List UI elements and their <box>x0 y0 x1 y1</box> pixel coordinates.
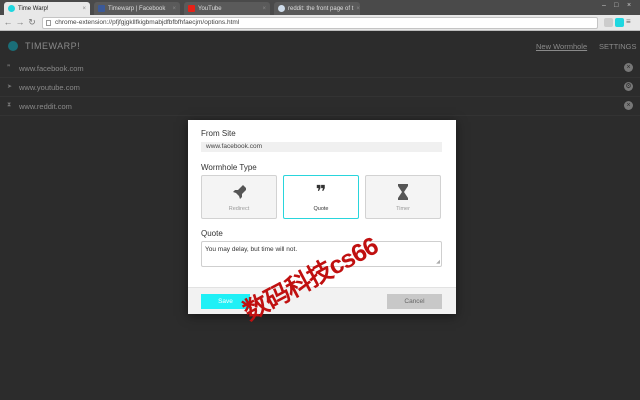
rocket-icon <box>202 184 276 200</box>
close-icon[interactable]: × <box>624 101 633 110</box>
type-option-label: Redirect <box>228 206 250 212</box>
tab-title: Time Warp! <box>18 5 49 12</box>
maximize-icon[interactable]: □ <box>614 2 618 9</box>
resize-grip-icon[interactable]: ◢ <box>436 259 440 265</box>
timewarp-logo-icon <box>8 41 18 51</box>
tab-close-icon[interactable]: × <box>356 6 360 12</box>
gear-icon[interactable]: ⚙ <box>624 82 633 91</box>
type-option-timer[interactable]: Timer <box>365 175 441 219</box>
type-option-redirect[interactable]: Redirect <box>201 175 277 219</box>
quote-label: Quote <box>201 229 223 238</box>
back-button[interactable]: ← <box>3 17 13 28</box>
from-site-label: From Site <box>201 129 236 138</box>
site-row[interactable]: ⧗ www.reddit.com × <box>0 98 640 116</box>
forward-button[interactable]: → <box>15 17 25 28</box>
wormhole-type-label: Wormhole Type <box>201 163 257 172</box>
chrome-menu-icon[interactable]: ≡ <box>626 17 631 26</box>
tab-title: Timewarp | Facebook <box>108 5 166 12</box>
timer-icon: ⧗ <box>7 102 12 108</box>
timewarp-extension-icon[interactable] <box>615 18 624 27</box>
browser-tab-facebook[interactable]: Timewarp | Facebook × <box>94 2 180 15</box>
browser-tab-strip: Time Warp! × Timewarp | Facebook × YouTu… <box>0 0 640 15</box>
reload-button[interactable]: ↻ <box>27 17 37 28</box>
window-close-icon[interactable]: × <box>627 2 631 9</box>
site-url: www.reddit.com <box>19 102 72 111</box>
extension-icon[interactable] <box>604 18 613 27</box>
type-option-label: Quote <box>313 206 329 212</box>
youtube-favicon-icon <box>188 5 195 12</box>
tab-close-icon[interactable]: × <box>172 6 176 12</box>
app-title: TIMEWARP! <box>25 41 81 51</box>
tab-title: YouTube <box>198 5 222 12</box>
cancel-button[interactable]: Cancel <box>387 294 442 309</box>
facebook-favicon-icon <box>98 5 105 12</box>
timewarp-favicon-icon <box>8 5 15 12</box>
quote-text: You may delay, but time will not. <box>205 246 298 253</box>
close-icon[interactable]: × <box>624 63 633 72</box>
reddit-favicon-icon <box>278 5 285 12</box>
quote-icon: ❞ <box>7 65 11 71</box>
settings-link[interactable]: SETTINGS <box>599 42 637 51</box>
site-url: www.facebook.com <box>19 64 84 73</box>
site-row[interactable]: ➤ www.youtube.com ⚙ <box>0 79 640 97</box>
hourglass-icon <box>366 184 440 200</box>
minimize-icon[interactable]: – <box>602 2 606 9</box>
tab-close-icon[interactable]: × <box>82 6 86 12</box>
site-row[interactable]: ❞ www.facebook.com × <box>0 60 640 78</box>
browser-toolbar: ← → ↻ chrome-extension://pfjfgjgkllfkigb… <box>0 15 640 31</box>
page-icon <box>46 20 51 26</box>
browser-tab-youtube[interactable]: YouTube × <box>184 2 270 15</box>
site-url: www.youtube.com <box>19 83 80 92</box>
address-url: chrome-extension://pfjfgjgkllfkigbmabjdf… <box>55 19 240 26</box>
type-option-label: Timer <box>396 206 410 212</box>
quote-icon: ❞ <box>315 182 327 202</box>
address-bar[interactable]: chrome-extension://pfjfgjgkllfkigbmabjdf… <box>42 17 598 29</box>
type-option-quote[interactable]: ❞ Quote <box>283 175 359 219</box>
tab-close-icon[interactable]: × <box>262 6 266 12</box>
new-wormhole-link[interactable]: New Wormhole <box>536 42 587 51</box>
browser-tab-time-warp[interactable]: Time Warp! × <box>4 2 90 15</box>
tab-title: reddit: the front page of t <box>288 5 354 12</box>
redirect-icon: ➤ <box>7 84 13 90</box>
dialog-footer: Save Cancel <box>188 287 456 314</box>
browser-tab-reddit[interactable]: reddit: the front page of t × <box>274 2 360 15</box>
from-site-field[interactable]: www.facebook.com <box>201 142 442 152</box>
